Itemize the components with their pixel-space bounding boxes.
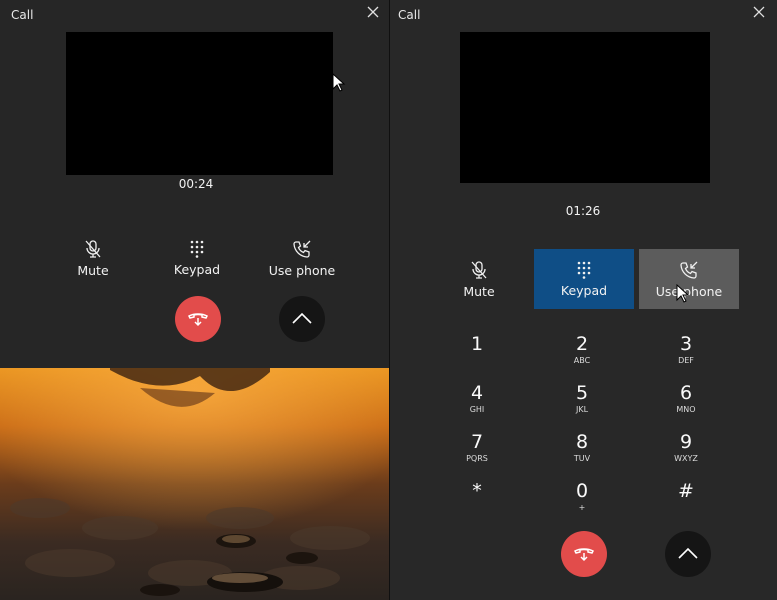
keypad-label: Keypad: [560, 282, 608, 298]
call-window-right: Call 01:26 Mute Keypad Use phone 1 2 ABC…: [390, 0, 777, 600]
video-preview: [460, 32, 710, 183]
dial-key-letters: JKL: [575, 405, 589, 414]
dial-key-digit: 0: [575, 480, 589, 502]
dial-key-digit: 6: [679, 382, 693, 404]
dial-key-digit: 8: [575, 431, 589, 453]
dial-key-6[interactable]: 6 MNO: [636, 383, 736, 427]
call-window-left: Call 00:24 Mute Keypad Use phone: [0, 0, 389, 600]
chevron-up-icon: [291, 310, 313, 329]
expand-button[interactable]: [279, 296, 325, 342]
dial-key-letters: +: [578, 503, 586, 512]
mouse-cursor-icon: [332, 73, 346, 92]
keypad-button[interactable]: Keypad: [147, 228, 247, 288]
background-water-image: [0, 368, 389, 600]
dialpad-icon: [576, 261, 592, 279]
window-title: Call: [398, 8, 421, 22]
phone-transfer-icon: [679, 260, 699, 280]
mute-label: Mute: [77, 262, 109, 278]
use-phone-button[interactable]: Use phone: [252, 228, 352, 288]
hang-up-button[interactable]: [561, 531, 607, 577]
microphone-muted-icon: [469, 260, 489, 280]
window-title: Call: [11, 8, 34, 22]
call-timer: 01:26: [565, 204, 601, 218]
dial-key-3[interactable]: 3 DEF: [636, 334, 736, 378]
dial-key-letters: PQRS: [466, 454, 488, 463]
close-icon[interactable]: [751, 4, 767, 20]
phone-transfer-icon: [292, 239, 312, 259]
dial-key-digit: 3: [679, 333, 693, 355]
expand-button[interactable]: [665, 531, 711, 577]
dial-key-letters: GHI: [469, 405, 485, 414]
dial-key-digit: #: [678, 480, 694, 502]
dial-key-digit: 9: [679, 431, 693, 453]
dial-key-letters: WXYZ: [674, 454, 698, 463]
use-phone-label: Use phone: [655, 283, 723, 299]
close-icon[interactable]: [365, 4, 381, 20]
dial-key-digit: 5: [575, 382, 589, 404]
dial-key-8[interactable]: 8 TUV: [532, 432, 632, 476]
hang-up-icon: [573, 541, 595, 567]
dial-key-digit: 4: [470, 382, 484, 404]
mute-button[interactable]: Mute: [429, 249, 529, 309]
dial-key-digit: *: [472, 480, 482, 502]
video-preview: [66, 32, 333, 175]
microphone-muted-icon: [83, 239, 103, 259]
screenshot-stage: Call 00:24 Mute Keypad Use phone Call 01…: [0, 0, 777, 600]
dial-key-letters: DEF: [678, 356, 694, 365]
use-phone-label: Use phone: [268, 262, 336, 278]
dial-key-4[interactable]: 4 GHI: [427, 383, 527, 427]
dial-key-7[interactable]: 7 PQRS: [427, 432, 527, 476]
dial-key-2[interactable]: 2 ABC: [532, 334, 632, 378]
use-phone-button[interactable]: Use phone: [639, 249, 739, 309]
hang-up-button[interactable]: [175, 296, 221, 342]
dial-key-5[interactable]: 5 JKL: [532, 383, 632, 427]
dial-key-9[interactable]: 9 WXYZ: [636, 432, 736, 476]
call-timer: 00:24: [178, 177, 214, 191]
dial-key-letters: TUV: [573, 454, 591, 463]
dial-key-letters: MNO: [676, 405, 696, 414]
keypad-label: Keypad: [173, 261, 221, 277]
dialpad-icon: [189, 240, 205, 258]
dial-key-digit: 1: [470, 333, 484, 355]
dial-key-1[interactable]: 1: [427, 334, 527, 378]
hang-up-icon: [187, 306, 209, 332]
dial-key-star[interactable]: *: [427, 481, 527, 525]
mute-button[interactable]: Mute: [43, 228, 143, 288]
dial-key-digit: 2: [575, 333, 589, 355]
dial-key-digit: 7: [470, 431, 484, 453]
dial-key-0[interactable]: 0 +: [532, 481, 632, 525]
dial-key-hash[interactable]: #: [636, 481, 736, 525]
dial-key-letters: ABC: [573, 356, 591, 365]
mute-label: Mute: [463, 283, 495, 299]
keypad-button[interactable]: Keypad: [534, 249, 634, 309]
chevron-up-icon: [677, 545, 699, 564]
